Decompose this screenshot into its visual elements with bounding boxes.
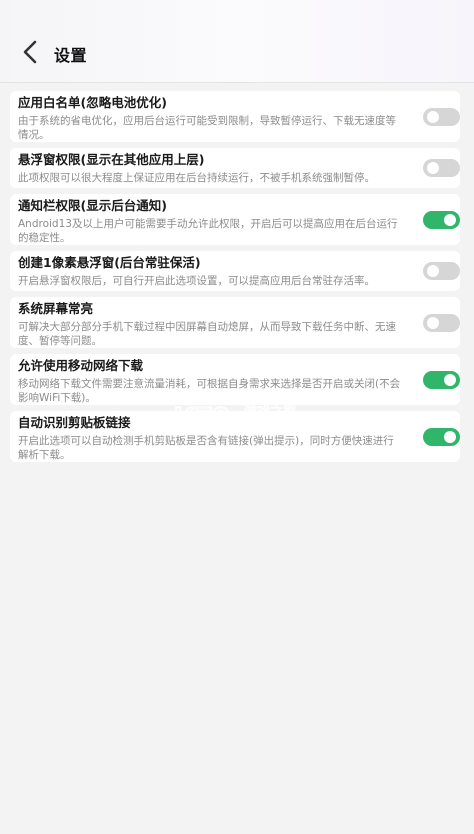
overlay-permission-toggle[interactable]	[423, 159, 460, 177]
settings-list: 应用白名单(忽略电池优化) 由于系统的省电优化，应用后台运行可能受到限制，导致暂…	[10, 91, 460, 468]
setting-title: 悬浮窗权限(显示在其他应用上层)	[18, 152, 205, 167]
setting-description: 可解决大部分部分手机下载过程中因屏幕自动熄屏，从而导致下载任务中断、无速度、暂停…	[18, 321, 396, 347]
battery-whitelist-toggle[interactable]	[423, 108, 460, 126]
toggle-knob	[444, 374, 456, 386]
setting-description: 此项权限可以很大程度上保证应用在后台持续运行，不被手机系统强制暂停。	[18, 172, 375, 184]
toggle-knob	[427, 265, 439, 277]
app-header: 设置	[0, 0, 474, 83]
setting-title: 通知栏权限(显示后台通知)	[18, 198, 167, 213]
toggle-knob	[444, 214, 456, 226]
setting-description: 移动网络下载文件需要注意流量消耗，可根据自身需求来选择是否开启或关闭(不会影响W…	[18, 378, 401, 404]
toggle-knob	[427, 317, 439, 329]
setting-title: 系统屏幕常亮	[18, 301, 94, 316]
setting-title: 创建1像素悬浮窗(后台常驻保活)	[18, 255, 201, 270]
page-title: 设置	[54, 46, 88, 65]
setting-title: 应用白名单(忽略电池优化)	[18, 95, 167, 110]
keep-screen-on-toggle[interactable]	[423, 314, 460, 332]
setting-description: 开启此选项可以自动检测手机剪贴板是否含有链接(弹出提示)，同时方便快速进行解析下…	[18, 435, 394, 461]
setting-description: 开启悬浮窗权限后，可自行开启此选项设置，可以提高应用后台常驻存活率。	[18, 275, 375, 287]
pixel-overlay-toggle[interactable]	[423, 262, 460, 280]
setting-description: Android13及以上用户可能需要手动允许此权限，开启后可以提高应用在后台运行…	[18, 218, 398, 244]
setting-row-clipboard-detection: 自动识别剪贴板链接 开启此选项可以自动检测手机剪贴板是否含有链接(弹出提示)，同…	[10, 411, 460, 462]
setting-title: 自动识别剪贴板链接	[18, 415, 131, 430]
toggle-knob	[444, 431, 456, 443]
mobile-data-download-toggle[interactable]	[423, 371, 460, 389]
chevron-left-icon	[23, 40, 37, 64]
notification-permission-toggle[interactable]	[423, 211, 460, 229]
setting-row-pixel-overlay: 创建1像素悬浮窗(后台常驻保活) 开启悬浮窗权限后，可自行开启此选项设置，可以提…	[10, 251, 460, 291]
back-button[interactable]	[14, 34, 46, 70]
setting-row-overlay-permission: 悬浮窗权限(显示在其他应用上层) 此项权限可以很大程度上保证应用在后台持续运行，…	[10, 148, 460, 188]
setting-row-keep-screen-on: 系统屏幕常亮 可解决大部分部分手机下载过程中因屏幕自动熄屏，从而导致下载任务中断…	[10, 297, 460, 348]
setting-description: 由于系统的省电优化，应用后台运行可能受到限制，导致暂停运行、下载无速度等情况。	[18, 115, 396, 141]
clipboard-detection-toggle[interactable]	[423, 428, 460, 446]
setting-title: 允许使用移动网络下载	[18, 358, 144, 373]
setting-row-battery-whitelist: 应用白名单(忽略电池优化) 由于系统的省电优化，应用后台运行可能受到限制，导致暂…	[10, 91, 460, 142]
setting-row-mobile-data-download: 允许使用移动网络下载 移动网络下载文件需要注意流量消耗，可根据自身需求来选择是否…	[10, 354, 460, 405]
toggle-knob	[427, 111, 439, 123]
toggle-knob	[427, 162, 439, 174]
setting-row-notification-permission: 通知栏权限(显示后台通知) Android13及以上用户可能需要手动允许此权限，…	[10, 194, 460, 245]
